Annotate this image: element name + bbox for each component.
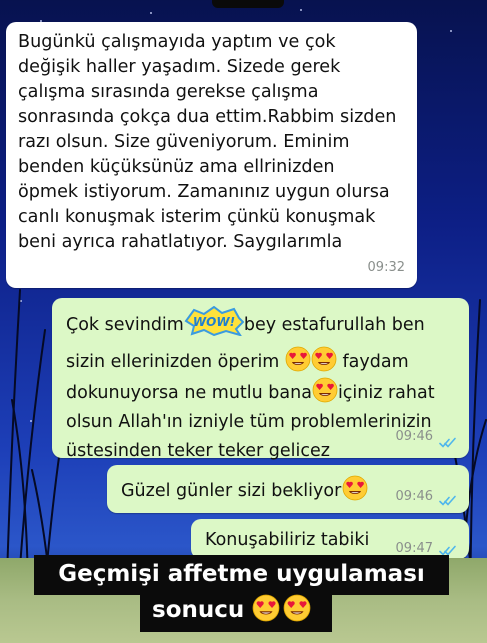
outgoing-message-bubble[interactable]: Güzel günler sizi bekliyor 09:46 [107,465,469,513]
message-time: 09:46 [395,429,433,444]
story-caption-line2: sonucu [140,591,332,632]
outgoing-message-bubble[interactable]: Çok sevindim WOW! bey estafurullah ben s… [52,298,469,461]
message-text-part: Çok sevindim [66,315,184,335]
heart-eyes-emoji [283,594,311,622]
heart-eyes-emoji [342,475,368,501]
sticker-label: WOW! [193,315,235,329]
message-time: 09:32 [367,259,405,275]
notch [212,0,284,8]
heart-eyes-emoji [252,594,280,622]
outgoing-message-bubble[interactable]: Konuşabiliriz tabiki 09:47 [191,519,469,559]
message-text: Bugünkü çalışmayıda yaptım ve çok değişi… [18,32,397,252]
double-check-icon [439,437,457,449]
message-time: 09:46 [395,488,433,504]
wow-sticker: WOW! [184,305,245,346]
heart-eyes-emoji [285,346,311,372]
story-caption-line1: Geçmişi affetme uygulaması [34,555,449,595]
heart-eyes-emoji [312,377,338,403]
incoming-message-bubble[interactable]: Bugünkü çalışmayıda yaptım ve çok değişi… [6,22,417,288]
message-text: Güzel günler sizi bekliyor [121,481,342,501]
caption-text: Geçmişi affetme uygulaması [58,561,425,587]
double-check-icon [439,495,457,507]
caption-text: sonucu [152,597,245,623]
heart-eyes-emoji [311,346,337,372]
message-text: Konuşabiliriz tabiki [205,530,370,550]
